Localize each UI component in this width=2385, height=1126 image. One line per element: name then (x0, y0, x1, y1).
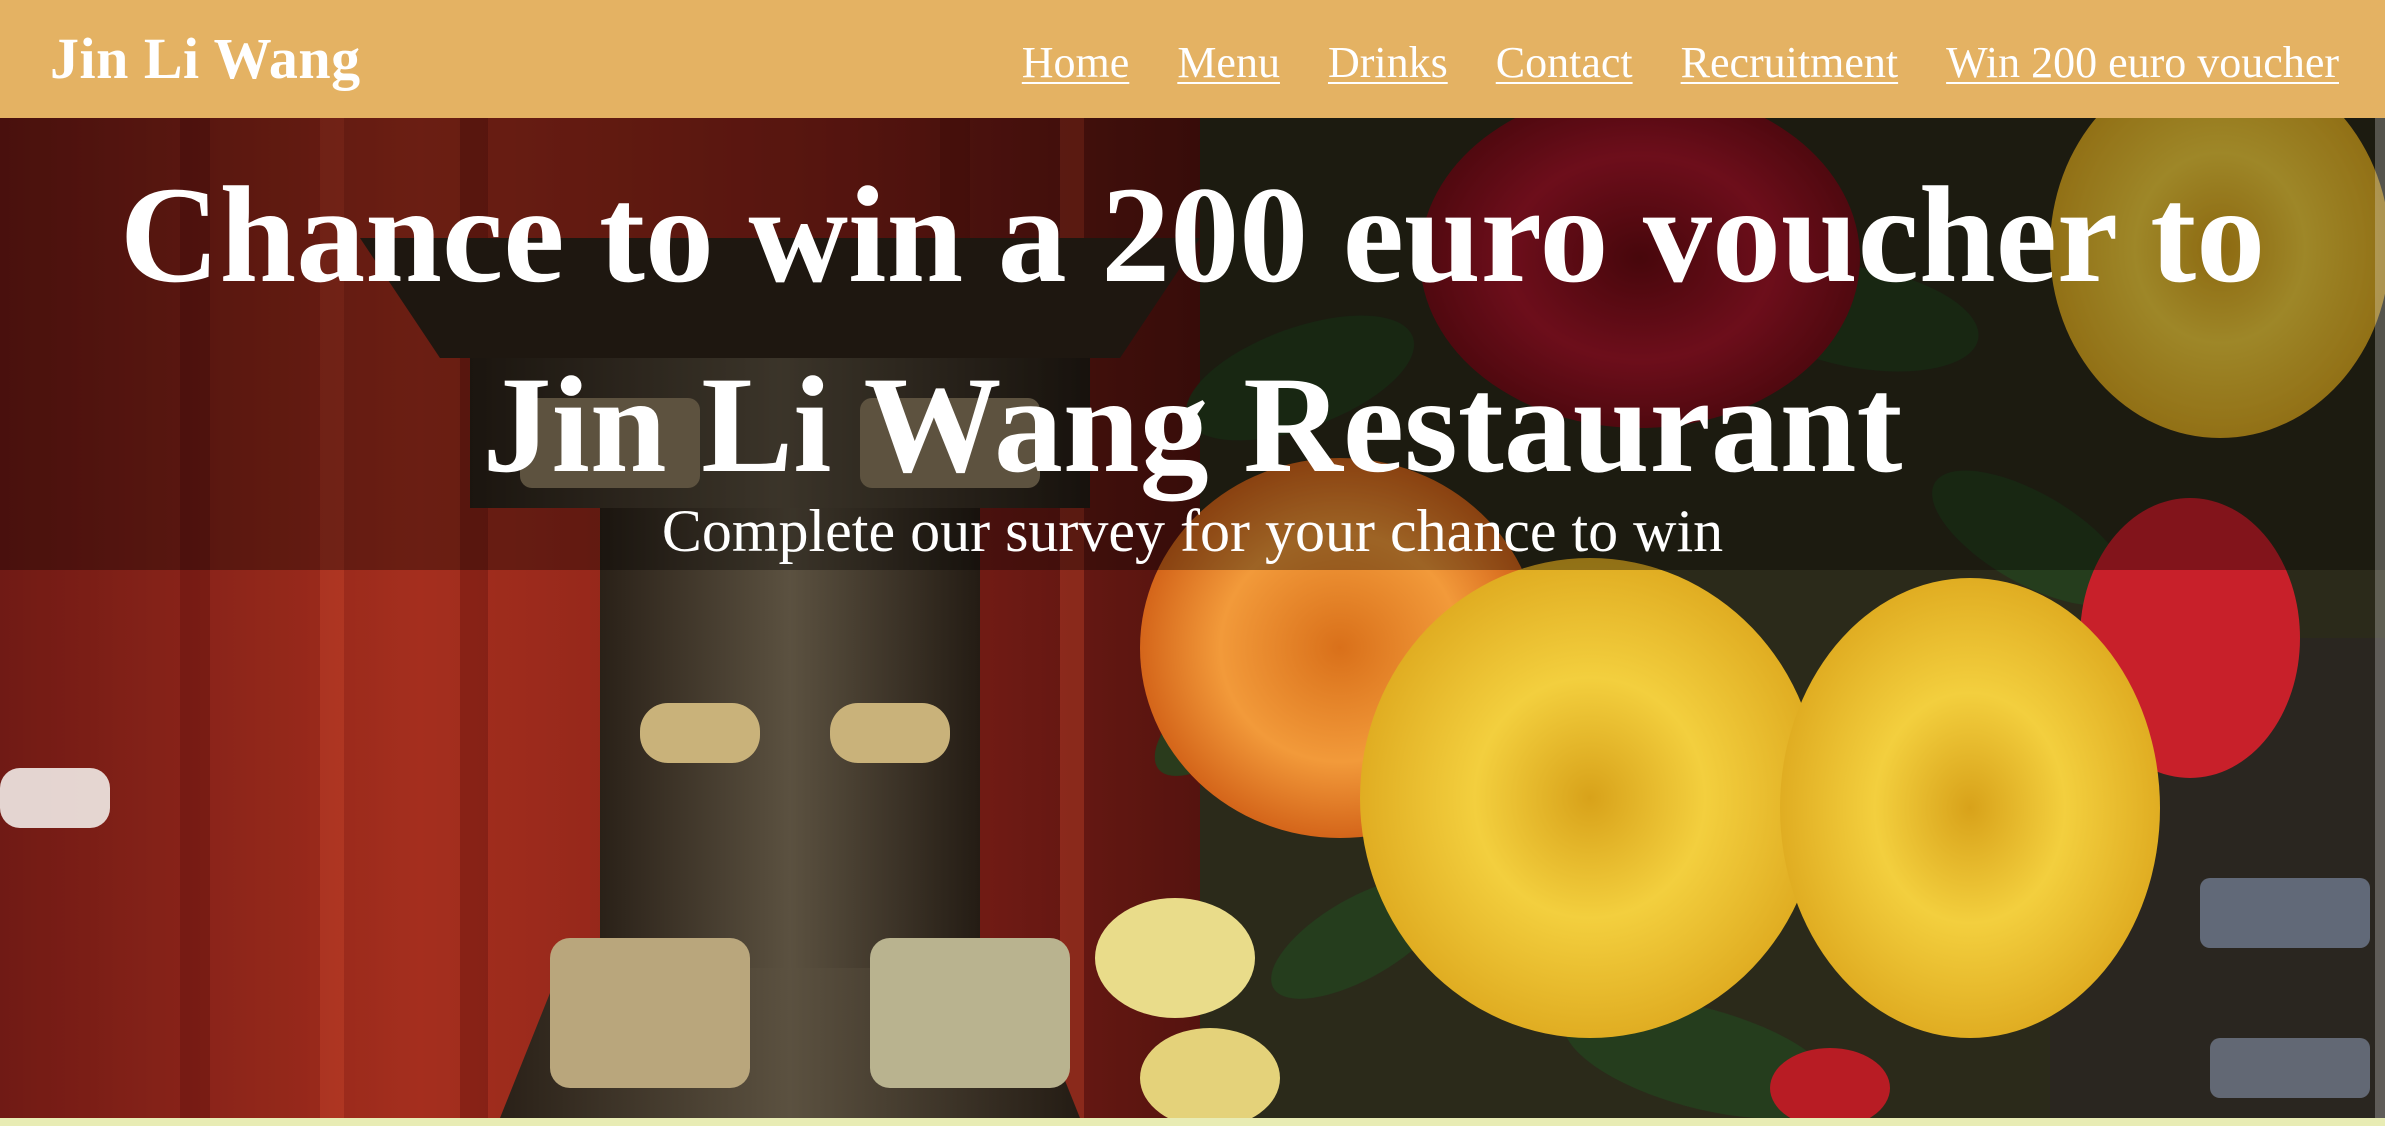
nav-link-drinks[interactable]: Drinks (1328, 37, 1448, 88)
nav-link-menu[interactable]: Menu (1177, 37, 1280, 88)
brand-logo[interactable]: Jin Li Wang (50, 25, 361, 92)
nav-links: Home Menu Drinks Contact Recruitment Win… (1022, 37, 2339, 88)
hero-subline: Complete our survey for your chance to w… (661, 498, 1724, 564)
page-bottom-strip (0, 1118, 2385, 1126)
nav-link-home[interactable]: Home (1022, 37, 1130, 88)
hero-headline: Chance to win a 200 euro voucher to Jin … (0, 140, 2385, 520)
nav-link-win-voucher[interactable]: Win 200 euro voucher (1946, 37, 2339, 88)
nav-link-recruitment[interactable]: Recruitment (1681, 37, 1899, 88)
hero-headline-line2: Jin Li Wang Restaurant (482, 348, 1903, 501)
navbar: Jin Li Wang Home Menu Drinks Contact Rec… (0, 0, 2385, 118)
page-scrollbar[interactable] (2375, 118, 2385, 1118)
hero-headline-line1: Chance to win a 200 euro voucher to (119, 158, 2266, 311)
nav-link-contact[interactable]: Contact (1496, 37, 1633, 88)
hero-section: Chance to win a 200 euro voucher to Jin … (0, 118, 2385, 1118)
